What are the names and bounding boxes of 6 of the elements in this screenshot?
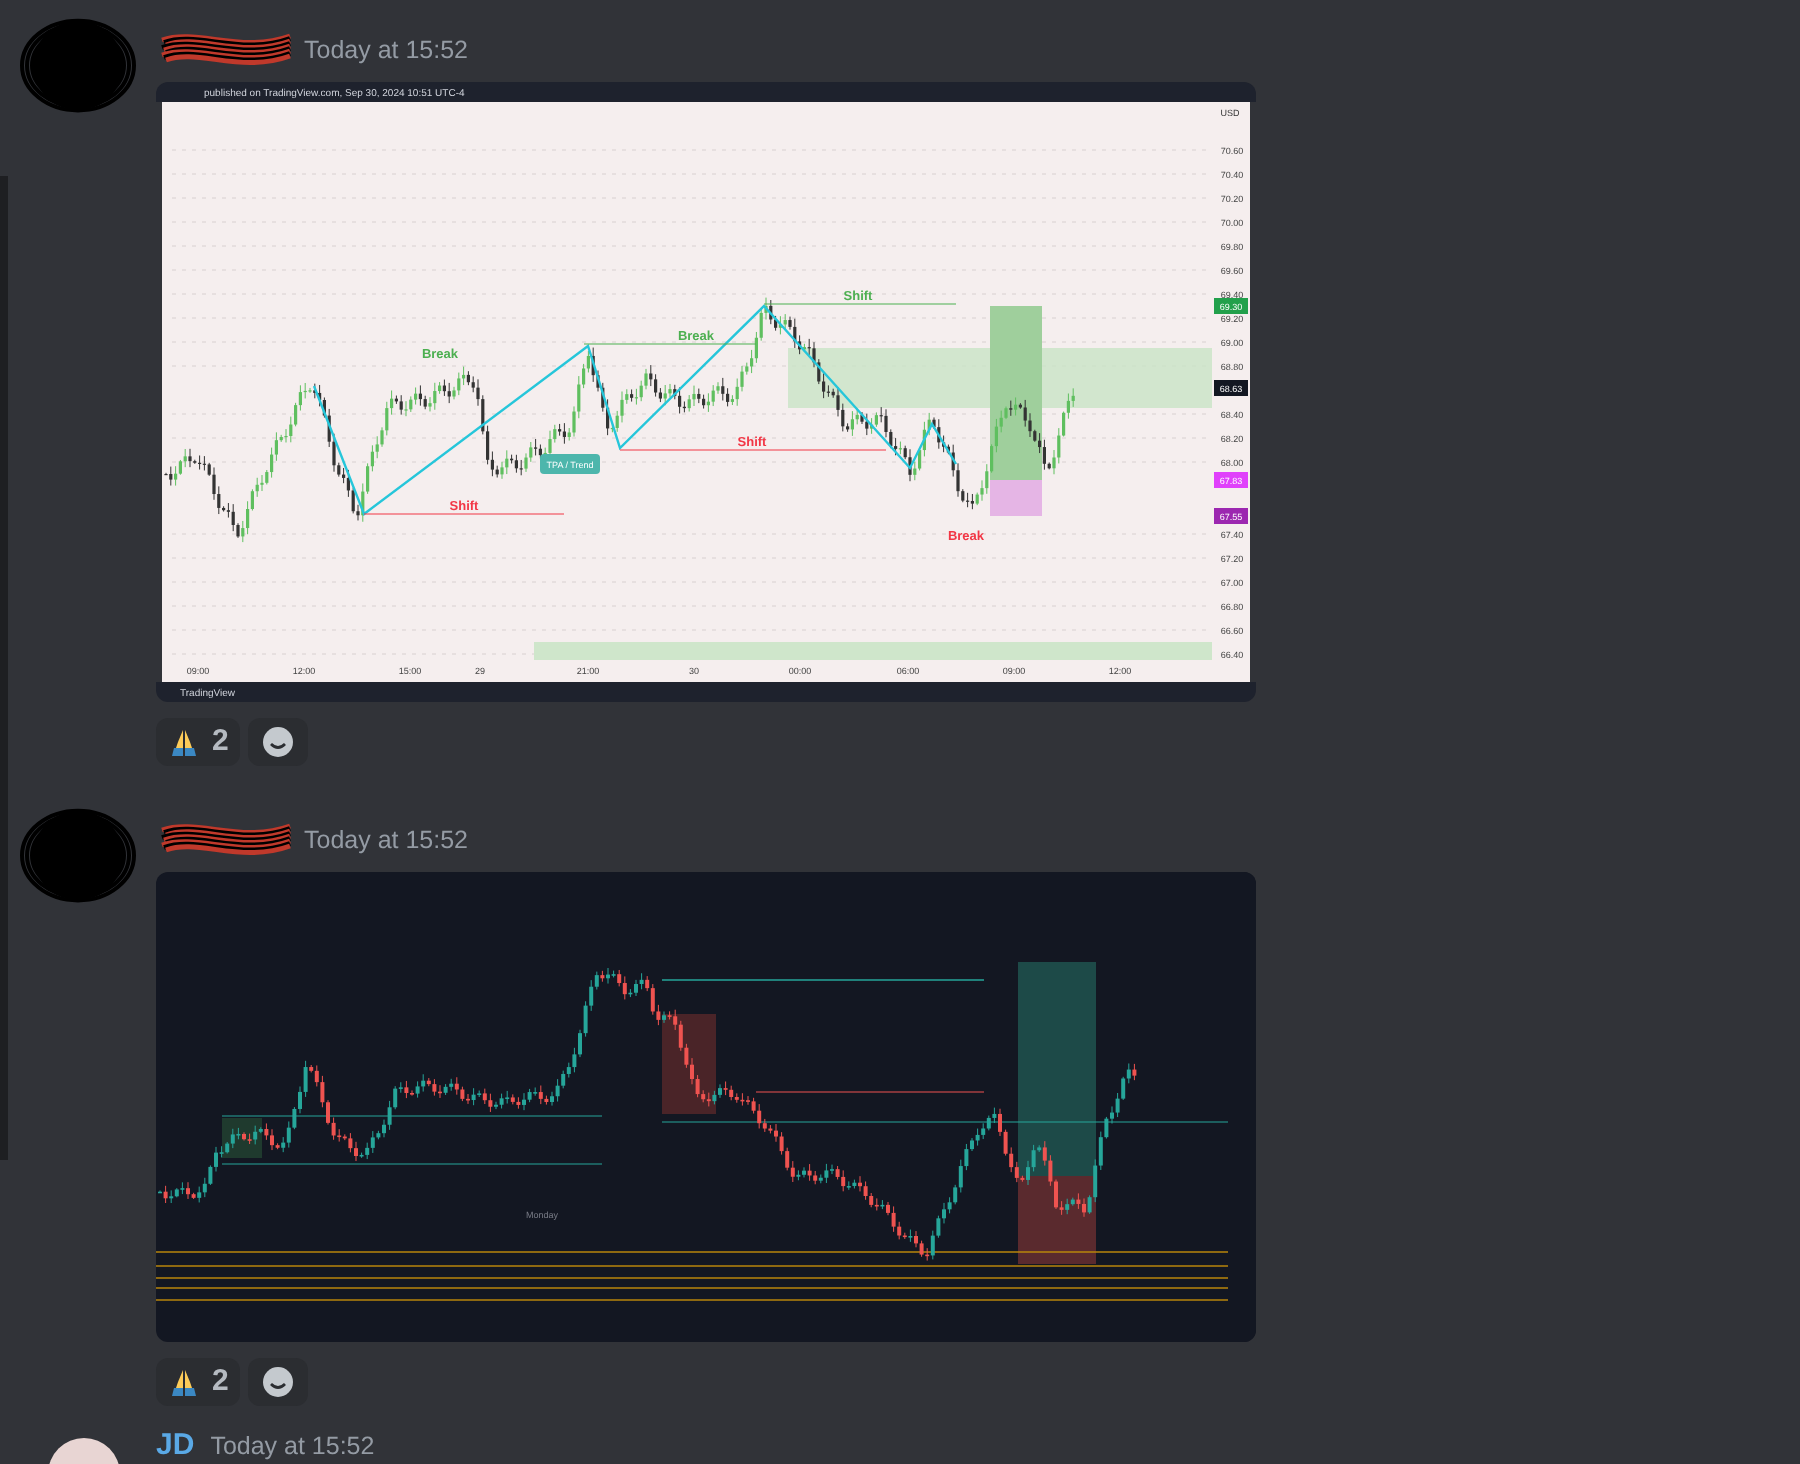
message-timestamp: Today at 15:52: [304, 823, 469, 858]
reaction-button[interactable]: 2: [156, 1358, 241, 1406]
message-timestamp: Today at 15:52: [304, 33, 469, 68]
message-timestamp: Today at 15:52: [210, 1429, 375, 1464]
reaction-button[interactable]: 2: [156, 718, 241, 766]
username[interactable]: JD: [156, 1423, 195, 1464]
